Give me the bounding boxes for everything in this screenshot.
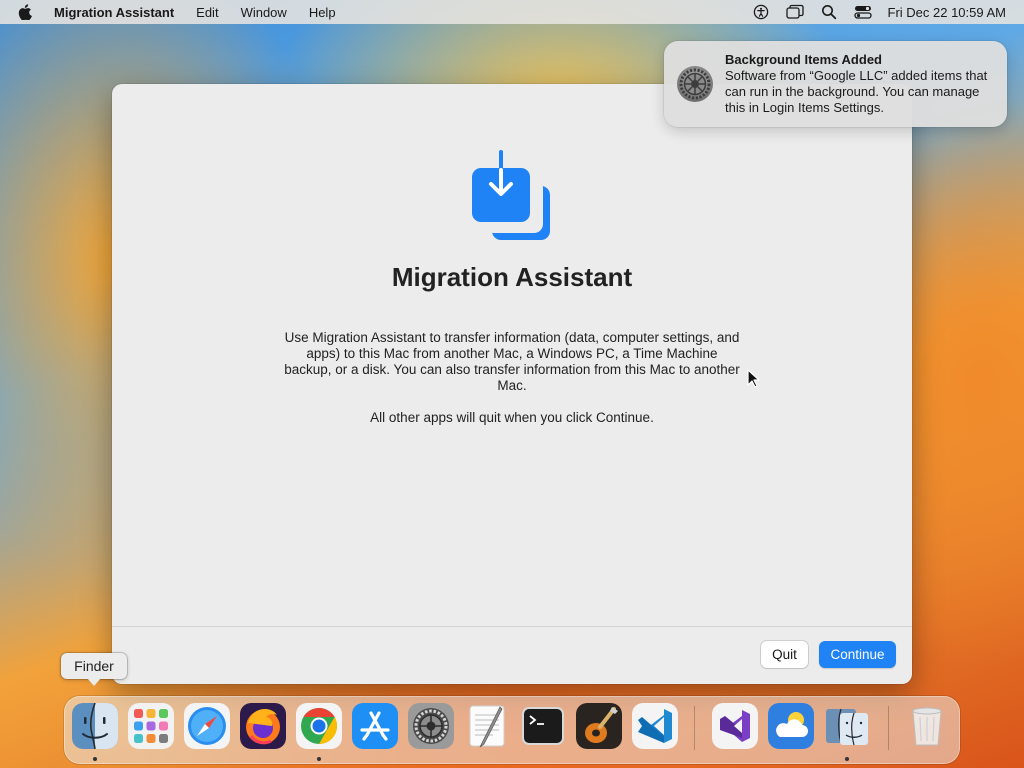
control-center-icon[interactable]: [853, 3, 872, 21]
dock-launchpad-icon[interactable]: [128, 703, 174, 749]
dock-weather-icon[interactable]: [768, 703, 814, 749]
dock-visual-studio-icon[interactable]: [712, 703, 758, 749]
continue-button[interactable]: Continue: [819, 641, 896, 668]
dock-system-settings-icon[interactable]: [408, 703, 454, 749]
menu-clock[interactable]: Fri Dec 22 10:59 AM: [888, 5, 1007, 20]
description-text: Use Migration Assistant to transfer info…: [284, 330, 740, 393]
dock-firefox-icon[interactable]: [240, 703, 286, 749]
desktop-wallpaper: Migration Assistant Edit Window Help Fri…: [0, 0, 1024, 768]
mouse-cursor-icon: [747, 369, 761, 389]
notification-body: Software from “Google LLC” added items t…: [725, 68, 988, 115]
dock-separator: [888, 706, 889, 750]
system-settings-gear-icon: [676, 65, 714, 103]
dock-separator: [694, 706, 695, 750]
migration-assistant-window: Migration Assistant Use Migration Assist…: [112, 84, 912, 684]
notification-title: Background Items Added: [725, 52, 882, 67]
dock-running-indicator: [93, 757, 97, 761]
dock-running-indicator: [317, 757, 321, 761]
footer-divider: [112, 626, 912, 627]
background-items-notification[interactable]: Background Items Added Software from “Go…: [664, 41, 1007, 127]
dock-app-store-icon[interactable]: [352, 703, 398, 749]
dock-tooltip: Finder: [61, 653, 127, 679]
dock-finder-icon[interactable]: [72, 703, 118, 749]
dock-trash-icon[interactable]: [904, 703, 950, 749]
dock-tooltip-tail: [87, 678, 101, 686]
menu-edit[interactable]: Edit: [196, 5, 218, 20]
page-title: Migration Assistant: [391, 262, 633, 292]
dock-terminal-icon[interactable]: [520, 703, 566, 749]
screen-mirroring-icon[interactable]: [785, 3, 804, 21]
menu-bar: Migration Assistant Edit Window Help Fri…: [0, 0, 1024, 24]
accessibility-icon[interactable]: [752, 3, 770, 21]
dock-vscode-icon[interactable]: [632, 703, 678, 749]
dock-running-indicator: [845, 757, 849, 761]
menu-window[interactable]: Window: [241, 5, 287, 20]
menu-help[interactable]: Help: [309, 5, 336, 20]
dock-chrome-icon[interactable]: [296, 703, 342, 749]
apple-menu-icon[interactable]: [18, 4, 36, 20]
menu-app-name[interactable]: Migration Assistant: [54, 5, 174, 20]
quit-note-text: All other apps will quit when you click …: [370, 410, 654, 425]
migration-download-icon: [470, 150, 554, 244]
quit-button[interactable]: Quit: [761, 641, 808, 668]
spotlight-search-icon[interactable]: [820, 3, 838, 21]
dock: [64, 696, 960, 764]
dock-migration-assistant-icon[interactable]: [824, 703, 870, 749]
dock-garageband-icon[interactable]: [576, 703, 622, 749]
dock-safari-icon[interactable]: [184, 703, 230, 749]
dock-textedit-icon[interactable]: [464, 703, 510, 749]
